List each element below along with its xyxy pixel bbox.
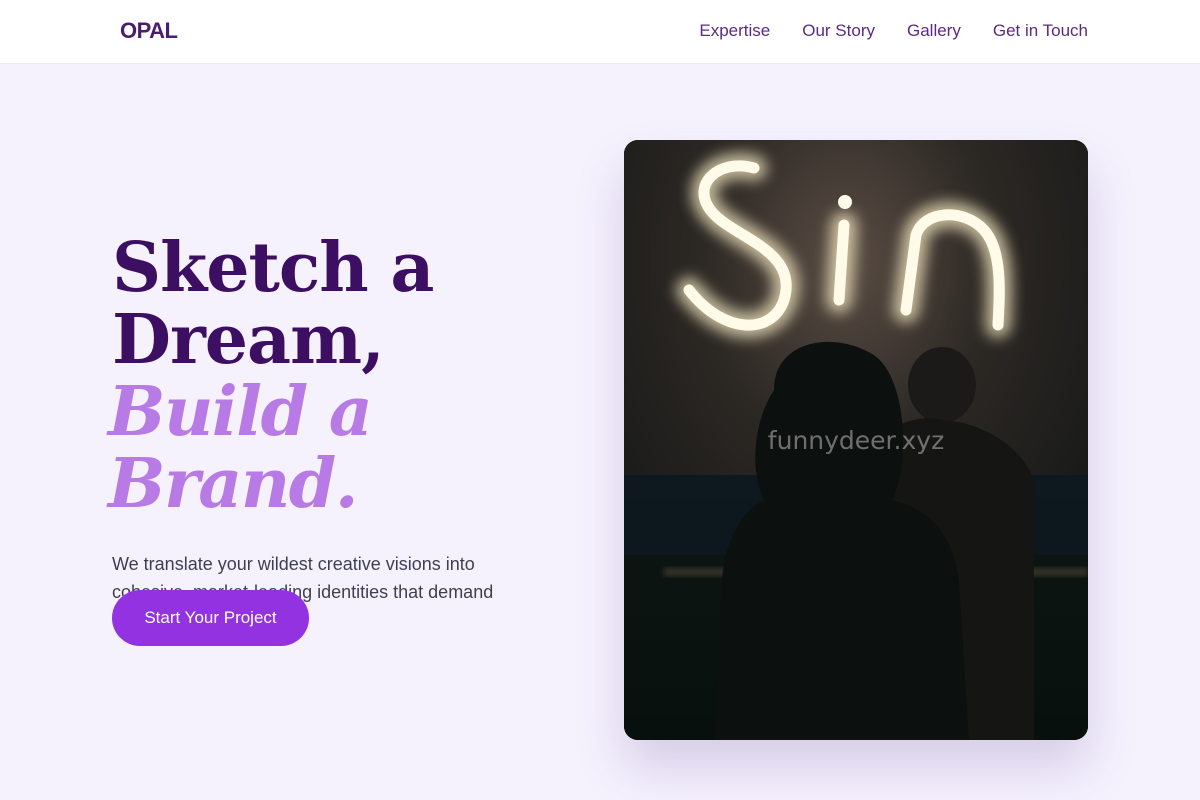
brand-logo[interactable]: OPAL (120, 18, 178, 44)
headline-line-1: Sketch a (112, 228, 434, 308)
start-project-button[interactable]: Start Your Project (112, 590, 309, 646)
hero-headline: Sketch a Dream, Build a Brand. (108, 228, 582, 520)
nav-links: Expertise Our Story Gallery Get in Touch (699, 21, 1088, 41)
hero-text: Sketch a Dream, Build a Brand. We transl… (108, 228, 582, 634)
nav-link-gallery[interactable]: Gallery (907, 21, 961, 41)
nav-link-expertise[interactable]: Expertise (699, 21, 770, 41)
headline-accent: Build a Brand. (108, 372, 373, 524)
watermark-text: funnydeer.xyz (767, 426, 945, 455)
headline-line-2: Dream, (112, 300, 385, 380)
hero-image: funnydeer.xyz (624, 140, 1088, 740)
nav-link-get-in-touch[interactable]: Get in Touch (993, 21, 1088, 41)
top-navbar: OPAL Expertise Our Story Gallery Get in … (0, 0, 1200, 64)
nav-link-our-story[interactable]: Our Story (802, 21, 875, 41)
